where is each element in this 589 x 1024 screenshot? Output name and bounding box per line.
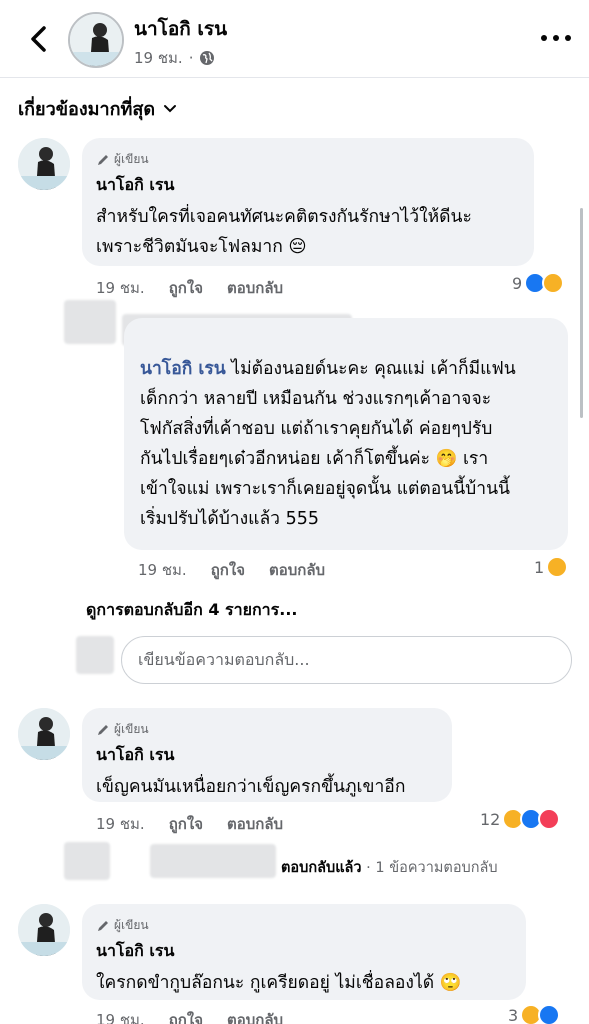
sad-reaction-icon bbox=[546, 556, 569, 578]
author-badge: ผู้เขียน bbox=[96, 916, 512, 935]
comment-text: ใครกดขำกูบล๊อกนะ กูเครียดอยู่ ไม่เชื่อลอ… bbox=[96, 973, 462, 993]
post-header: นาโอกิ เรน 19 ชม. · bbox=[0, 0, 589, 78]
post-time[interactable]: 19 ชม. bbox=[134, 46, 183, 70]
pencil-icon bbox=[98, 154, 108, 165]
blurred-avatar bbox=[64, 842, 110, 880]
comment-author-name[interactable]: นาโอกิ เรน bbox=[96, 743, 438, 768]
comment-author-name[interactable]: นาโอกิ เรน bbox=[96, 173, 520, 198]
reply-text: นาโอกิ เรน ไม่ต้องนอยด์นะคะ คุณแม่ เค้าก… bbox=[140, 354, 552, 534]
reply-body: ไม่ต้องนอยด์นะคะ คุณแม่ เค้าก็มีแฟน เด็ก… bbox=[140, 359, 516, 529]
pencil-icon bbox=[98, 724, 108, 735]
replied-label: ตอบกลับแล้ว bbox=[281, 860, 362, 876]
reaction-summary[interactable]: 9 bbox=[512, 272, 565, 294]
comment-bubble: ผู้เขียน นาโอกิ เรน สำหรับใครที่เจอคนทัศ… bbox=[82, 138, 534, 266]
reaction-count: 12 bbox=[480, 809, 501, 829]
comment-time[interactable]: 19 ชม. bbox=[96, 276, 145, 300]
comment-sort-dropdown[interactable]: เกี่ยวข้องมากที่สุด bbox=[18, 94, 177, 123]
reply-bubble: นาโอกิ เรน ไม่ต้องนอยด์นะคะ คุณแม่ เค้าก… bbox=[124, 318, 568, 550]
care-reaction-icon bbox=[542, 272, 565, 294]
reply-reaction-count: 1 bbox=[534, 557, 545, 577]
page-avatar[interactable] bbox=[68, 12, 124, 68]
reaction-summary[interactable]: 3 bbox=[508, 1004, 561, 1024]
reply-button[interactable]: ตอบกลับ bbox=[227, 276, 283, 300]
reaction-count: 9 bbox=[512, 273, 523, 293]
author-badge-label: ผู้เขียน bbox=[114, 722, 149, 736]
reaction-count: 3 bbox=[508, 1005, 519, 1024]
commenter-avatar[interactable] bbox=[18, 708, 70, 760]
blurred-user-avatar bbox=[76, 636, 114, 674]
reaction-summary[interactable]: 12 bbox=[480, 808, 561, 830]
author-badge: ผู้เขียน bbox=[96, 150, 520, 169]
comment-text: เข็ญคนมันเหนื่อยกว่าเข็ญครกขึ้นภูเขาอีก bbox=[96, 777, 406, 797]
post-meta: 19 ชม. · bbox=[134, 46, 215, 70]
love-reaction-icon bbox=[538, 808, 561, 830]
comment-actions: 19 ชม. ถูกใจ ตอบกลับ bbox=[96, 812, 283, 836]
reply-button[interactable]: ตอบกลับ bbox=[227, 812, 283, 836]
comment-time[interactable]: 19 ชม. bbox=[96, 812, 145, 836]
reply-button[interactable]: ตอบกลับ bbox=[227, 1008, 283, 1024]
comment-author-name[interactable]: นาโอกิ เรน bbox=[96, 939, 512, 964]
author-badge: ผู้เขียน bbox=[96, 720, 438, 739]
back-arrow-icon[interactable] bbox=[24, 22, 54, 56]
comment-bubble: ผู้เขียน นาโอกิ เรน ใครกดขำกูบล๊อกนะ กูเ… bbox=[82, 904, 526, 1000]
pencil-icon bbox=[98, 920, 108, 931]
reply-time[interactable]: 19 ชม. bbox=[138, 558, 187, 582]
comment-actions: 19 ชม. ถูกใจ ตอบกลับ bbox=[96, 1008, 283, 1024]
view-more-replies-link[interactable]: ดูการตอบกลับอีก 4 รายการ... bbox=[86, 598, 297, 623]
globe-icon bbox=[200, 51, 215, 65]
reply-reaction-summary[interactable]: 1 bbox=[534, 556, 569, 578]
comment-time[interactable]: 19 ชม. bbox=[96, 1008, 145, 1024]
author-badge-label: ผู้เขียน bbox=[114, 918, 149, 932]
reply-actions: 19 ชม. ถูกใจ ตอบกลับ bbox=[138, 558, 325, 582]
blurred-avatar bbox=[64, 300, 116, 344]
sort-label: เกี่ยวข้องมากที่สุด bbox=[18, 99, 156, 120]
like-reaction-icon bbox=[538, 1004, 561, 1024]
comment-text: สำหรับใครที่เจอคนทัศนะคติตรงกันรักษาไว้ใ… bbox=[96, 207, 472, 257]
chevron-down-icon bbox=[164, 104, 177, 112]
comment-bubble: ผู้เขียน นาโอกิ เรน เข็ญคนมันเหนื่อยกว่า… bbox=[82, 708, 452, 802]
comment-actions: 19 ชม. ถูกใจ ตอบกลับ bbox=[96, 276, 283, 300]
reply-input[interactable]: เขียนข้อความตอบกลับ... bbox=[121, 636, 572, 684]
page-name[interactable]: นาโอกิ เรน bbox=[134, 14, 227, 44]
commenter-avatar[interactable] bbox=[18, 138, 70, 190]
like-button[interactable]: ถูกใจ bbox=[169, 276, 203, 300]
reply-reply-button[interactable]: ตอบกลับ bbox=[269, 558, 325, 582]
scrollbar[interactable] bbox=[580, 208, 583, 418]
like-button[interactable]: ถูกใจ bbox=[169, 1008, 203, 1024]
meta-separator: · bbox=[188, 49, 194, 67]
reply-mention-name[interactable]: นาโอกิ เรน bbox=[140, 359, 226, 379]
blurred-name bbox=[150, 844, 276, 878]
commenter-avatar[interactable] bbox=[18, 904, 70, 956]
like-button[interactable]: ถูกใจ bbox=[169, 812, 203, 836]
reply-input-placeholder: เขียนข้อความตอบกลับ... bbox=[138, 649, 310, 669]
author-badge-label: ผู้เขียน bbox=[114, 152, 149, 166]
more-options-icon[interactable] bbox=[538, 28, 574, 48]
reply-like-button[interactable]: ถูกใจ bbox=[211, 558, 245, 582]
reply-count-text: · 1 ข้อความตอบกลับ bbox=[361, 860, 498, 876]
replied-summary[interactable]: ตอบกลับแล้ว · 1 ข้อความตอบกลับ bbox=[281, 856, 498, 879]
